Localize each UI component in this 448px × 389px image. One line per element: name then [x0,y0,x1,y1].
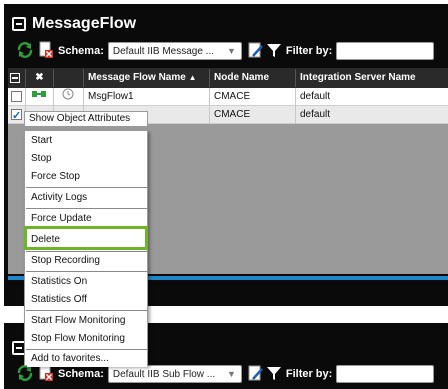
menu-item-start[interactable]: Start [27,133,147,149]
server-name-cell: default [300,109,331,120]
schema-label: Schema: [58,45,104,57]
menu-item-statistics-off[interactable]: Statistics Off [27,292,147,308]
menu-item-stop-recording[interactable]: Stop Recording [27,253,147,269]
schema-select-value: Default IIB Message ... [112,45,215,57]
menu-separator [26,349,148,350]
column-header-node-name[interactable]: Node Name [210,69,296,87]
menu-item-stop[interactable]: Stop [27,151,147,167]
menu-item-force-update[interactable]: Force Update [27,211,147,227]
sort-asc-icon: ▲ [188,73,197,82]
status-header [54,69,84,87]
refresh-icon[interactable] [16,41,34,62]
menu-item-start-flow-monitoring[interactable]: Start Flow Monitoring [27,313,147,329]
schema-select-value: Default IIB Sub Flow ... [112,368,216,380]
clock-icon [54,88,84,106]
schema-label: Schema: [58,368,104,380]
panel-toolbar: Schema: Default IIB Message ... ▼ Filter… [16,40,435,62]
filter-label: Filter by: [285,368,333,380]
chevron-down-icon: ▼ [226,369,236,379]
menu-item-add-to-favorites[interactable]: Add to favorites... [27,351,147,367]
select-all-header[interactable] [8,69,26,87]
panel-title-row: MessageFlow [12,14,136,34]
flow-name-cell: MsgFlow1 [84,88,210,106]
column-header-server-name[interactable]: Integration Server Name [296,69,444,87]
delete-highlight [24,226,148,250]
column-header-flow-name-label: Message Flow Name [88,72,186,83]
menu-item-show-object-attributes-label: Show Object Attributes [29,113,131,124]
node-name-cell: CMACE [210,88,296,106]
menu-separator [26,310,148,311]
schema-select[interactable]: Default IIB Message ... ▼ [107,42,242,60]
menu-separator [26,187,148,188]
edit-schema-icon[interactable] [248,364,264,385]
menu-item-show-object-attributes[interactable]: Show Object Attributes [24,111,148,127]
menu-item-statistics-on[interactable]: Statistics On [27,274,147,290]
flow-icon [26,88,54,106]
menu-item-stop-flow-monitoring[interactable]: Stop Flow Monitoring [27,331,147,347]
collapse-all-icon[interactable] [10,73,20,83]
column-header-flow-name[interactable]: Message Flow Name ▲ [84,69,210,87]
close-icon[interactable]: ✖ [26,69,54,87]
table-row[interactable]: MsgFlow1 CMACE default [8,88,448,106]
menu-separator [26,208,148,209]
menu-separator [26,251,148,252]
server-name-cell: default [300,91,331,102]
schema-select[interactable]: Default IIB Sub Flow ... ▼ [107,365,242,383]
node-name-cell: CMACE [210,106,296,124]
menu-item-activity-logs[interactable]: Activity Logs [27,190,147,206]
filter-icon[interactable] [266,42,282,61]
grid-header: ✖ Message Flow Name ▲ Node Name Integrat… [8,68,448,88]
collapse-icon[interactable] [12,17,26,31]
menu-separator [26,271,148,272]
filter-icon[interactable] [266,365,282,384]
menu-item-force-stop[interactable]: Force Stop [27,169,147,185]
row-checkbox[interactable] [11,91,22,102]
chevron-down-icon: ▼ [226,46,236,56]
filter-input[interactable] [336,365,435,383]
row-checkbox[interactable] [11,107,22,124]
filter-label: Filter by: [285,45,333,57]
panel-title: MessageFlow [32,15,137,32]
edit-schema-icon[interactable] [248,41,264,62]
filter-input[interactable] [336,42,435,60]
clear-filter-icon[interactable] [38,41,54,62]
